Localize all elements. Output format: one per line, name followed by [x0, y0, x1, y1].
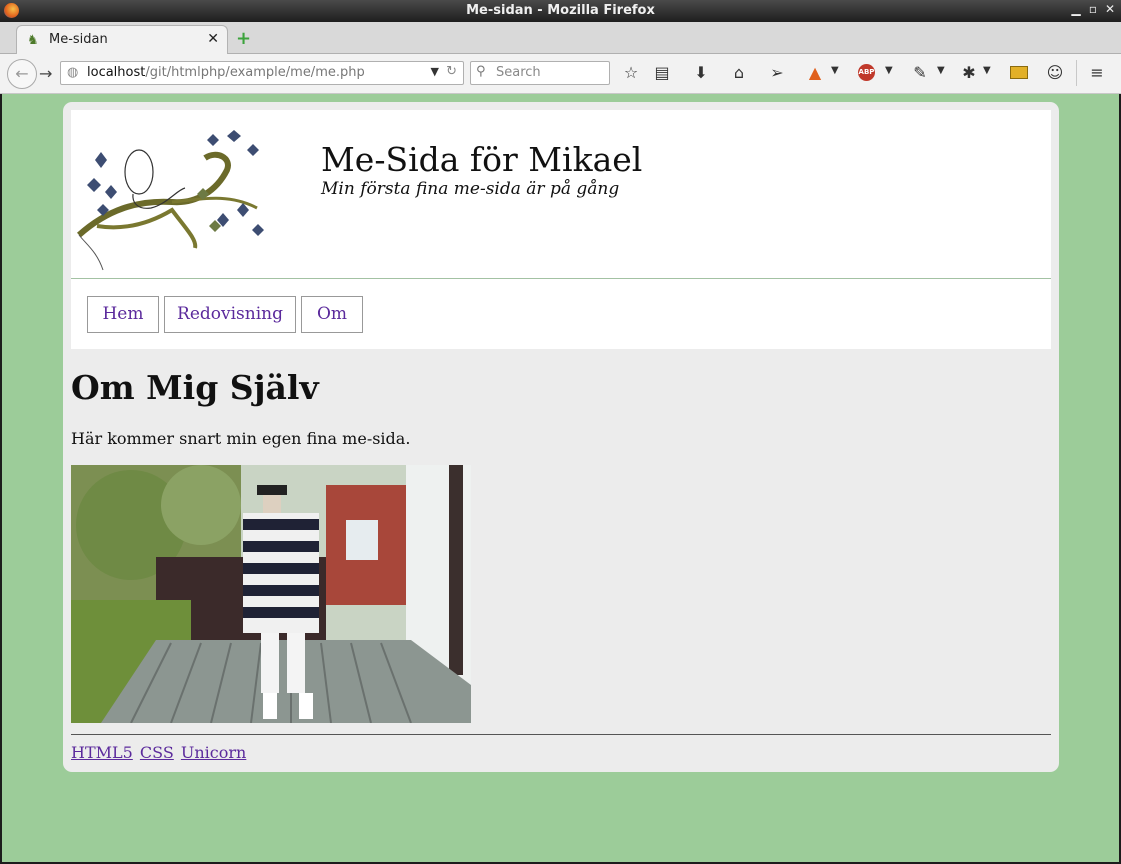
page-heading: Om Mig Själv — [71, 368, 319, 407]
bug-icon[interactable]: ✱ — [958, 63, 980, 82]
tab-strip: ♞ Me-sidan ✕ + — [0, 22, 1121, 54]
url-path: /git/htmlphp/example/me/me.php — [145, 65, 365, 80]
back-button[interactable]: ← — [7, 59, 37, 89]
unicorn-branch-logo — [77, 130, 264, 271]
intro-text: Här kommer snart min egen fina me-sida. — [71, 429, 411, 448]
site-info-icon[interactable]: ◍ — [67, 65, 78, 80]
site-title: Me-Sida för Mikael — [321, 140, 643, 179]
toolbar-separator — [1076, 60, 1077, 86]
bookmark-star-icon[interactable]: ☆ — [620, 63, 642, 82]
search-input[interactable]: ⚲ Search — [470, 61, 610, 85]
adblock-plus-icon[interactable]: ABP — [858, 64, 875, 81]
window-titlebar: Me-sidan - Mozilla Firefox ▁ ▫ ✕ — [0, 0, 1121, 22]
ruler-icon[interactable] — [1010, 66, 1028, 79]
send-icon[interactable]: ➢ — [766, 63, 788, 82]
url-bar[interactable]: ◍ localhost/git/htmlphp/example/me/me.ph… — [60, 61, 464, 85]
reload-icon[interactable]: ↻ — [446, 64, 457, 79]
menu-icon[interactable]: ≡ — [1086, 63, 1108, 82]
new-tab-button[interactable]: + — [236, 28, 251, 49]
home-icon[interactable]: ⌂ — [728, 63, 750, 82]
nav-link-redovisning[interactable]: Redovisning — [164, 296, 296, 333]
forward-button[interactable]: → — [39, 64, 52, 83]
footer-divider — [71, 734, 1051, 735]
url-text: localhost/git/htmlphp/example/me/me.php — [87, 65, 365, 80]
url-history-dropdown-icon[interactable]: ▼ — [431, 65, 439, 78]
window-title: Me-sidan - Mozilla Firefox — [466, 3, 655, 18]
tab-label: Me-sidan — [49, 32, 108, 47]
extension-icon[interactable]: ▲ — [804, 63, 826, 82]
maximize-icon[interactable]: ▫ — [1085, 2, 1101, 16]
eyedropper-dropdown-icon[interactable]: ▼ — [937, 65, 945, 76]
emoji-icon[interactable]: ☺ — [1044, 63, 1066, 82]
nav-link-hem[interactable]: Hem — [87, 296, 159, 333]
web-content: Me-Sida för Mikael Min första fina me-si… — [2, 94, 1119, 862]
eyedropper-icon[interactable]: ✎ — [909, 63, 931, 82]
adblock-dropdown-icon[interactable]: ▼ — [885, 65, 893, 76]
page-wrapper: Me-Sida för Mikael Min första fina me-si… — [63, 102, 1059, 772]
site-slogan: Min första fina me-sida är på gång — [321, 179, 620, 199]
site-navbar: Hem Redovisning Om — [71, 279, 1051, 349]
close-window-icon[interactable]: ✕ — [1102, 2, 1118, 16]
site-header: Me-Sida för Mikael Min första fina me-si… — [71, 110, 1051, 279]
footer-link-css[interactable]: CSS — [140, 743, 174, 762]
search-placeholder: Search — [496, 65, 541, 80]
navigation-toolbar: ← → ◍ localhost/git/htmlphp/example/me/m… — [0, 54, 1121, 94]
bug-dropdown-icon[interactable]: ▼ — [983, 65, 991, 76]
search-icon: ⚲ — [476, 64, 486, 79]
extension-dropdown-icon[interactable]: ▼ — [831, 65, 839, 76]
footer-link-unicorn[interactable]: Unicorn — [181, 743, 246, 762]
reading-list-icon[interactable]: ▤ — [651, 63, 673, 82]
unicorn-favicon-icon: ♞ — [27, 33, 39, 48]
minimize-icon[interactable]: ▁ — [1068, 2, 1084, 16]
download-icon[interactable]: ⬇ — [690, 63, 712, 82]
nav-link-om[interactable]: Om — [301, 296, 363, 333]
site-footer: HTML5 CSS Unicorn — [71, 743, 248, 762]
profile-photo — [71, 465, 471, 723]
url-host: localhost — [87, 65, 146, 80]
tab-me-sidan[interactable]: ♞ Me-sidan ✕ — [16, 25, 228, 54]
close-tab-icon[interactable]: ✕ — [207, 31, 219, 47]
footer-link-html5[interactable]: HTML5 — [71, 743, 133, 762]
